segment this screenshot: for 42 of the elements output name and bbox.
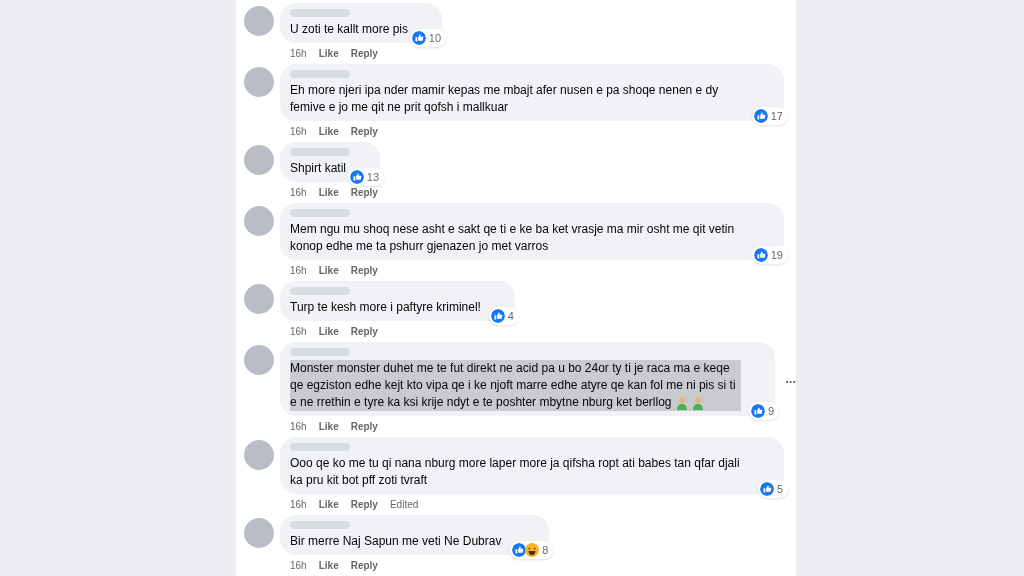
like-link[interactable]: Like bbox=[318, 265, 339, 277]
reply-link[interactable]: Reply bbox=[350, 48, 378, 60]
comment-text: Eh more njeri ipa nder mamir kepas me mbajt afer nusen e pa shoqe nenen e dy femive e jo me qit ne prit qofsh i mallkuar bbox=[290, 82, 720, 116]
comment-text: Turp te kesh more i paftyre kriminel! bbox=[290, 299, 481, 316]
reaction-count[interactable]: 5 bbox=[757, 479, 788, 498]
comment-text: Mem ngu mu shoq nese asht e sakt qe ti e ke ba ket vrasje ma mir osht me qit vetin konop edhe me ta pshurr gjenazen jo met varros bbox=[290, 221, 736, 255]
like-link[interactable]: Like bbox=[318, 126, 339, 138]
comment-text: U zoti te kallt more pis bbox=[290, 21, 409, 38]
like-link[interactable]: Like bbox=[318, 499, 339, 511]
reply-link[interactable]: Reply bbox=[350, 126, 378, 138]
reaction-count[interactable]: 9 bbox=[749, 401, 780, 420]
comment-text: Shpirt katil bbox=[290, 160, 347, 177]
comment-time[interactable]: 16h bbox=[290, 48, 307, 60]
like-link[interactable]: Like bbox=[318, 326, 339, 338]
comment-text: Monster monster duhet me te fut direkt ne acid pa u bo 24or ty ti je raca ma e keqe qe egziston edhe kejt kto vipa qe i ke njoft marre edhe atyre qe kan fol me ni pis si ti e ne rrethin e tyre ka ksi krije ndyt e te poshter mbytne nburg ket berllog bbox=[290, 360, 742, 411]
reaction-count[interactable]: 4 bbox=[488, 306, 519, 325]
comment-time[interactable]: 16h bbox=[290, 421, 307, 433]
reply-link[interactable]: Reply bbox=[350, 421, 378, 433]
comment-time[interactable]: 16h bbox=[290, 560, 307, 572]
comment-text: Bir merre Naj Sapun me veti Ne Dubrav bbox=[290, 533, 502, 550]
reply-link[interactable]: Reply bbox=[350, 187, 378, 199]
comment-time[interactable]: 16h bbox=[290, 499, 307, 511]
reply-link[interactable]: Reply bbox=[350, 560, 378, 572]
reply-link[interactable]: Reply bbox=[350, 499, 378, 511]
more-options-button[interactable]: ... bbox=[785, 369, 796, 389]
like-link[interactable]: Like bbox=[318, 187, 339, 199]
comment-time[interactable]: 16h bbox=[290, 326, 307, 338]
like-link[interactable]: Like bbox=[318, 421, 339, 433]
like-link[interactable]: Like bbox=[318, 48, 339, 60]
comment-time[interactable]: 16h bbox=[290, 126, 307, 138]
comment-time[interactable]: 16h bbox=[290, 265, 307, 277]
reaction-count[interactable]: 13 bbox=[347, 167, 385, 186]
edited-label: Edited bbox=[389, 499, 419, 511]
reaction-count[interactable]: 17 bbox=[751, 106, 788, 125]
like-link[interactable]: Like bbox=[318, 560, 339, 572]
comment-text: Ooo qe ko me tu qi nana nburg more laper more ja qifsha ropt ati babes tan qfar djali ka pru kit bot pff zoti tvraft bbox=[290, 455, 741, 489]
reply-link[interactable]: Reply bbox=[350, 326, 378, 338]
reaction-count[interactable]: 10 bbox=[409, 28, 447, 47]
reply-link[interactable]: Reply bbox=[350, 265, 378, 277]
comment-time[interactable]: 16h bbox=[290, 187, 307, 199]
reaction-count[interactable]: 19 bbox=[751, 245, 788, 264]
reaction-count[interactable]: 8 bbox=[510, 540, 554, 559]
